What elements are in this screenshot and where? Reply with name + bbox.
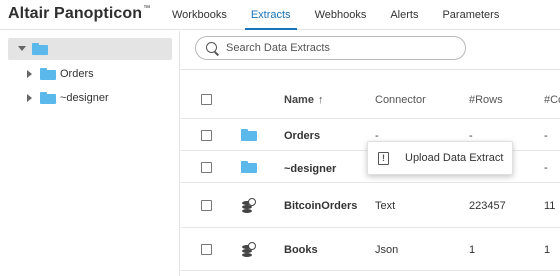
folder-tree: Orders ~designer (0, 31, 180, 276)
folder-icon (241, 129, 257, 141)
tree-root-item[interactable] (8, 38, 172, 60)
row-columns: - (544, 130, 548, 142)
table-row[interactable]: Books Json 1 1 (181, 229, 560, 271)
folder-icon (241, 161, 257, 173)
folder-icon (40, 92, 56, 104)
context-menu: Upload Data Extract (367, 141, 513, 175)
tree-item-designer[interactable]: ~designer (0, 88, 180, 108)
search-input[interactable] (226, 41, 456, 55)
name-column-header[interactable]: Name ↑ (284, 94, 323, 106)
chevron-right-icon[interactable] (27, 94, 32, 102)
select-all-checkbox[interactable] (201, 94, 212, 105)
row-name[interactable]: Books (284, 244, 318, 256)
rows-column-header[interactable]: #Rows (469, 94, 503, 106)
row-count: 1 (469, 244, 476, 256)
folder-icon (40, 68, 56, 80)
tab-alerts[interactable]: Alerts (378, 0, 430, 30)
row-name[interactable]: BitcoinOrders (284, 200, 357, 212)
connector-column-header[interactable]: Connector (375, 94, 426, 106)
row-checkbox[interactable] (201, 244, 212, 255)
row-name[interactable]: Orders (284, 130, 320, 142)
row-checkbox[interactable] (201, 200, 212, 211)
table-row[interactable]: BitcoinOrders Text 223457 11 (181, 184, 560, 228)
row-name[interactable]: ~designer (284, 163, 336, 175)
row-connector: Text (375, 200, 396, 212)
folder-icon (32, 43, 48, 55)
top-bar: Altair Panopticon™ Workbooks Extracts We… (0, 0, 560, 30)
divider (181, 69, 560, 70)
tab-workbooks[interactable]: Workbooks (160, 0, 239, 30)
row-checkbox[interactable] (201, 130, 212, 141)
row-count: 223457 (469, 200, 506, 212)
sort-ascending-icon[interactable]: ↑ (318, 94, 324, 106)
chevron-down-icon[interactable] (18, 46, 26, 51)
search-box[interactable] (195, 36, 466, 60)
tab-parameters[interactable]: Parameters (430, 0, 511, 30)
tab-extracts[interactable]: Extracts (239, 0, 303, 30)
table-header: Name ↑ Connector #Rows #Co (181, 81, 560, 119)
tree-item-orders[interactable]: Orders (0, 64, 180, 84)
columns-column-header[interactable]: #Co (544, 94, 560, 106)
row-connector: Json (375, 244, 399, 256)
brand-name: Altair Panopticon (8, 5, 143, 22)
tree-item-label: ~designer (60, 92, 109, 104)
row-columns: 1 (544, 244, 551, 256)
tree-item-label: Orders (60, 68, 94, 80)
row-columns: 11 (544, 200, 556, 212)
row-checkbox[interactable] (201, 162, 212, 173)
trademark-mark: ™ (143, 5, 151, 12)
app-logo[interactable]: Altair Panopticon™ (8, 5, 150, 23)
database-icon (242, 242, 256, 257)
main-nav: Workbooks Extracts Webhooks Alerts Param… (160, 0, 511, 30)
tab-webhooks[interactable]: Webhooks (303, 0, 379, 30)
row-columns: - (544, 162, 548, 174)
chevron-right-icon[interactable] (27, 70, 32, 78)
database-icon (242, 198, 256, 213)
upload-file-icon (378, 152, 389, 165)
menu-item-label: Upload Data Extract (405, 152, 504, 164)
name-header-label: Name (284, 94, 314, 106)
search-icon (206, 42, 217, 53)
